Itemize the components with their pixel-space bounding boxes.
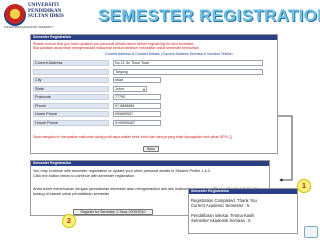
field-input[interactable]: 099665557 bbox=[113, 111, 161, 117]
update-notice: Please ensure that you have updated you … bbox=[33, 42, 199, 51]
field-select[interactable]: Johor bbox=[113, 85, 147, 92]
status-malay: Pendaftaran selesai. Terima Kasih Semest… bbox=[191, 213, 255, 223]
field-label: State bbox=[33, 85, 109, 92]
field-label: Current Address bbox=[33, 60, 109, 66]
callout-2: 2 bbox=[62, 214, 76, 228]
window-title: Semester Registration bbox=[31, 161, 269, 166]
field-input[interactable]: 77700 bbox=[113, 94, 161, 100]
field-label: City bbox=[33, 77, 109, 83]
window-title: Semester Registration bbox=[31, 35, 277, 40]
field-input[interactable]: No 21 Jln Timur Tuan bbox=[113, 60, 263, 66]
status-english: Registration Completed. Thank You Curren… bbox=[191, 198, 257, 208]
save-button[interactable]: Save bbox=[143, 146, 159, 152]
field-input[interactable]: 0199955467 bbox=[113, 119, 161, 126]
callout-1: 1 bbox=[297, 179, 311, 193]
instructions-english: You may continue with semester registrat… bbox=[33, 169, 212, 178]
confirmation-text: Saya mengaku ini merupakan maklumat pali… bbox=[33, 135, 232, 139]
field-input[interactable]: 07-8888888 bbox=[113, 102, 161, 109]
field-label: Phone bbox=[33, 102, 109, 109]
field-label: House Phone bbox=[33, 119, 109, 126]
register-semester-button[interactable]: Register for Semester 2 Sess 2009/2010 bbox=[73, 209, 153, 215]
personal-details-window: Semester Registration Please ensure that… bbox=[30, 34, 278, 154]
field-input[interactable]: Muar bbox=[113, 77, 161, 83]
registration-complete-window: Semester Registration Registration Compl… bbox=[188, 188, 298, 234]
field-label: Postcode bbox=[33, 94, 109, 100]
field-label bbox=[33, 68, 109, 75]
window-title: Semester Registration bbox=[189, 189, 297, 194]
address-tabs[interactable]: Current Address & Contact Details | Curr… bbox=[105, 52, 233, 56]
field-input[interactable]: Tanjung bbox=[113, 68, 263, 75]
navigation-icon[interactable] bbox=[304, 226, 318, 238]
field-label: Home Phone bbox=[33, 111, 109, 117]
